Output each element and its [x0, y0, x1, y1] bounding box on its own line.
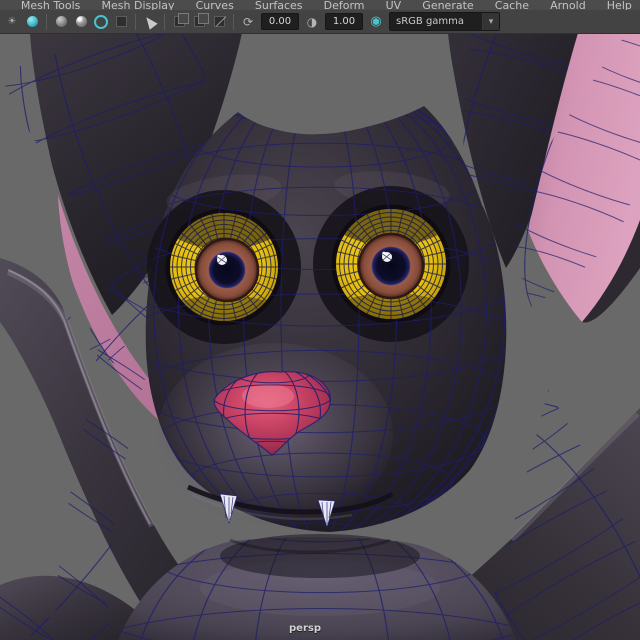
bat-model-render [0, 34, 640, 640]
exposure-icon[interactable]: ⟳ [239, 13, 257, 31]
gamma-field[interactable]: 1.00 [325, 13, 363, 30]
view-transform-value: sRGB gamma [396, 16, 465, 27]
default-material-icon[interactable] [52, 13, 70, 31]
wireframe-on-shaded-icon[interactable] [92, 13, 110, 31]
chevron-down-icon: ▾ [482, 13, 499, 30]
gamma-icon[interactable]: ◑ [303, 13, 321, 31]
panel-toolbar: ☀ ⟳ 0.00 ◑ 1.00 ◉ sRGB gamma ▾ [0, 10, 640, 34]
toolbar-separator [233, 13, 234, 30]
textured-display-icon[interactable] [72, 13, 90, 31]
backface-culling-icon[interactable] [210, 13, 228, 31]
isolate-select-icon[interactable] [170, 13, 189, 31]
toolbar-separator [164, 13, 165, 30]
color-management-icon[interactable]: ◉ [367, 13, 385, 31]
exposure-field[interactable]: 0.00 [261, 13, 299, 30]
select-tool-icon[interactable] [141, 13, 159, 31]
toolbar-separator [135, 13, 136, 30]
viewport-3d[interactable]: persp [0, 34, 640, 640]
toolbar-separator [46, 13, 47, 30]
view-transform-dropdown[interactable]: sRGB gamma ▾ [389, 12, 500, 31]
maya-window: Edit Mesh Mesh Tools Mesh Display Curves… [0, 0, 640, 640]
lighting-icon[interactable]: ☀ [3, 13, 21, 31]
use-all-lights-icon[interactable] [112, 13, 130, 31]
xray-display-icon[interactable] [190, 13, 209, 31]
shaded-display-icon[interactable] [23, 13, 41, 31]
